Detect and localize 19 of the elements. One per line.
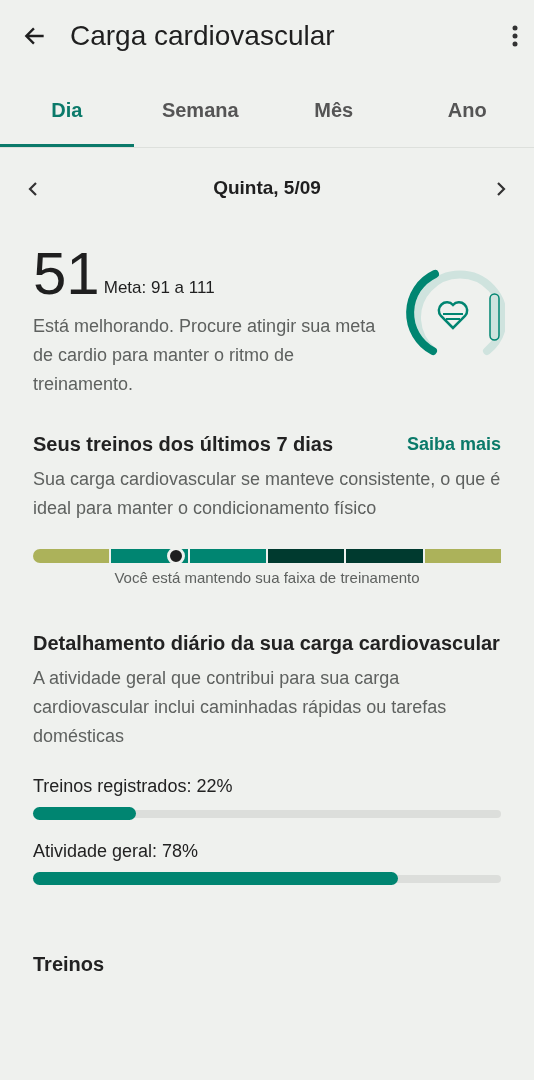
section-title: Seus treinos dos últimos 7 dias <box>33 432 334 457</box>
bar-label: Atividade geral: 78% <box>33 839 200 863</box>
date-label: Quinta, 5/09 <box>213 175 321 200</box>
status-message: Está melhorando. Procure atingir sua meta de cardio para manter o ritmo de treinamento. <box>33 315 377 396</box>
section-description: Sua carga cardiovascular se manteve consistente, o que é ideal para manter o condicionamento físico <box>33 468 501 520</box>
more-options-button[interactable] <box>510 23 520 49</box>
goal-range: Meta: 91 a 111 <box>103 276 215 299</box>
screen-title: Carga cardiovascular <box>70 19 336 53</box>
section-description: A atividade geral que contribui para sua carga cardiovascular inclui caminhadas rápidas ou tarefas domésticas <box>33 666 448 748</box>
learn-more-link[interactable]: Saiba mais <box>406 430 501 458</box>
section-title: Detalhamento diário da sua carga cardiovascular <box>33 630 501 656</box>
range-caption: Você está mantendo sua faixa de treinamento <box>113 568 421 588</box>
bar-label: Treinos registrados: 22% <box>33 774 234 798</box>
section-title: Treinos <box>33 951 106 977</box>
tab[interactable]: Dia <box>0 72 134 147</box>
tab[interactable]: Mês <box>267 72 401 147</box>
tab[interactable]: Semana <box>133 72 267 147</box>
tab[interactable]: Ano <box>400 72 534 147</box>
cardio-load-value: 51 <box>33 244 100 304</box>
